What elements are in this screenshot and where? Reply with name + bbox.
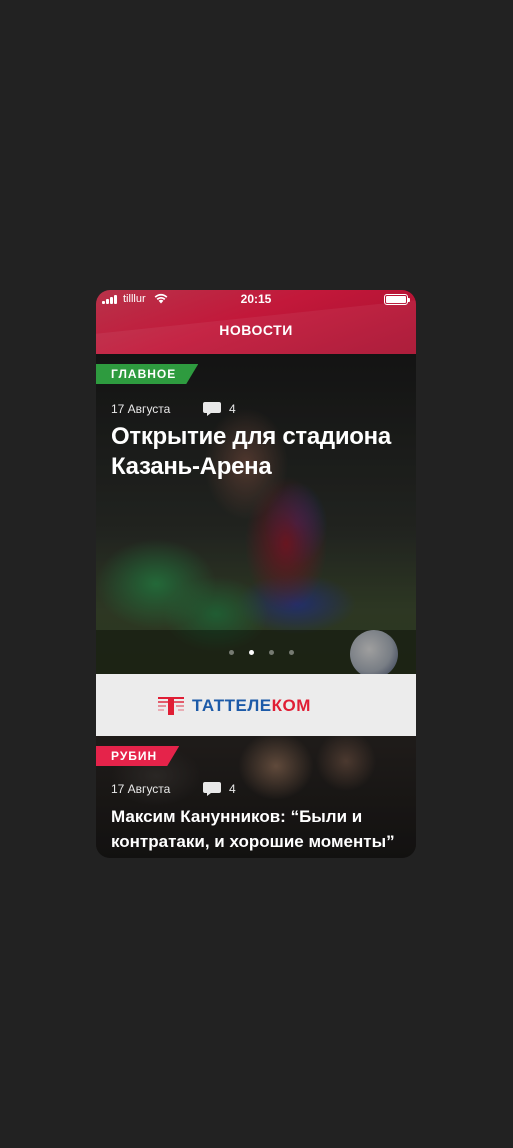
phone-screen: tilllur 20:15 НОВОСТИ ГЛАВНОЕ 17 Августа…: [96, 290, 416, 858]
comment-icon: [203, 402, 221, 416]
news-meta: 17 Августа 4: [111, 782, 236, 796]
comment-icon: [203, 782, 221, 796]
news-title[interactable]: Максим Канунников: “Были и контратаки, и…: [111, 804, 406, 854]
ad-brand-text: ТАТТЕЛЕКОМ: [192, 696, 311, 715]
featured-news-card[interactable]: ГЛАВНОЕ 17 Августа 4 Открытие для стадио…: [96, 354, 416, 674]
news-card[interactable]: РУБИН 17 Августа 4 Максим Канунников: “Б…: [96, 736, 416, 858]
ad-banner[interactable]: ТАТТЕЛЕКОМ: [96, 674, 416, 736]
news-meta: 17 Августа 4: [111, 402, 236, 416]
carousel-dots[interactable]: [229, 650, 294, 655]
category-tag[interactable]: РУБИН: [96, 746, 179, 766]
news-title[interactable]: Открытие для стадиона Казань-Арена: [111, 422, 406, 482]
carousel-dot[interactable]: [229, 650, 234, 655]
app-header: tilllur 20:15 НОВОСТИ: [96, 290, 416, 354]
tattelecom-mark-icon: [158, 697, 184, 715]
category-tag[interactable]: ГЛАВНОЕ: [96, 364, 198, 384]
carousel-dot[interactable]: [269, 650, 274, 655]
news-date: 17 Августа: [111, 402, 171, 416]
comment-count: 4: [229, 782, 236, 796]
carousel-dot[interactable]: [289, 650, 294, 655]
news-date: 17 Августа: [111, 782, 171, 796]
carousel-dot-active[interactable]: [249, 650, 254, 655]
battery-icon: [384, 294, 410, 305]
page-title: НОВОСТИ: [219, 322, 293, 338]
status-time: 20:15: [240, 292, 272, 306]
tattelecom-logo: ТАТТЕЛЕКОМ: [158, 696, 311, 716]
comment-count: 4: [229, 402, 236, 416]
status-bar: tilllur 20:15: [96, 290, 416, 310]
